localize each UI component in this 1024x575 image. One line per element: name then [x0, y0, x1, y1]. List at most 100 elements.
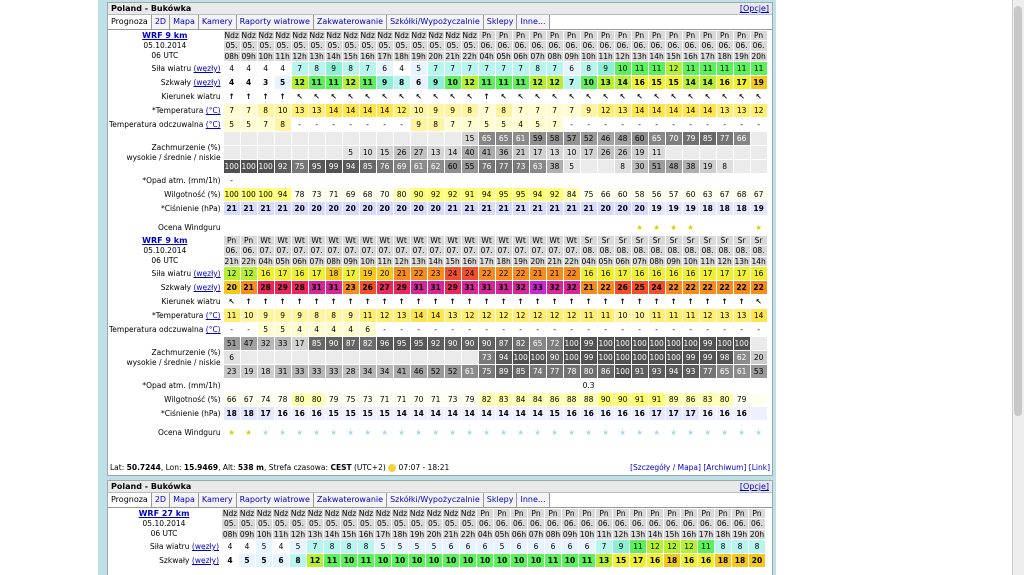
- cell: 19: [750, 202, 767, 215]
- cell: 10: [426, 554, 442, 567]
- cell: [411, 174, 427, 187]
- cell: [683, 379, 699, 392]
- cell: 71: [325, 188, 342, 201]
- cell: 16: [648, 267, 665, 280]
- cloud-cell: 87: [342, 337, 359, 350]
- unit-link[interactable]: (węzły): [194, 269, 221, 278]
- cell: 20: [749, 554, 765, 567]
- cell: -: [614, 118, 631, 131]
- cell: 13: [596, 554, 612, 567]
- options-link-2[interactable]: [Opcje]: [740, 481, 769, 492]
- cell: 20: [427, 202, 444, 215]
- unit-link[interactable]: (°C): [206, 120, 221, 129]
- unit-link[interactable]: (węzły): [194, 64, 221, 73]
- tab-1[interactable]: 2D: [151, 15, 171, 29]
- cloud-cell: 70: [665, 132, 682, 145]
- header-cell: 12h: [716, 256, 733, 266]
- model-link[interactable]: WRF 9 km: [109, 31, 221, 41]
- cell: [241, 174, 257, 187]
- cell: 4: [512, 118, 529, 131]
- cell: 20: [597, 202, 614, 215]
- unit-link[interactable]: (węzły): [194, 78, 221, 87]
- header-cell: 05h: [495, 51, 512, 61]
- row-dir: Kierunek wiatru ↑ ↑ ↑ ↑ ↖ ↖ ↖ ↖ ↖ ↖ ↖ ↖ ↖ ↖ ↖ ↑ ↖ ↖ ↖ ↖ ↖ ↖ ↖ ↖ ↖…: [109, 90, 767, 103]
- tab-4[interactable]: Raporty wiatrowe: [236, 15, 314, 29]
- tab-0[interactable]: Prognoza: [108, 15, 152, 29]
- header-cell: Pn: [750, 31, 767, 41]
- tab-8[interactable]: Inne...: [517, 15, 550, 29]
- options-link[interactable]: [Opcje]: [740, 3, 769, 14]
- scrollbar-thumb[interactable]: [1014, 6, 1022, 416]
- cell: 12: [647, 540, 663, 553]
- cell: 7: [240, 104, 257, 117]
- star-icon: ★: [585, 428, 592, 437]
- header-cell: 14h: [325, 51, 342, 61]
- header-cell: 07h: [528, 529, 544, 539]
- tab-4[interactable]: Raporty wiatrowe: [236, 493, 314, 507]
- cloud-cell: 87: [495, 337, 512, 350]
- cell: 7: [563, 104, 580, 117]
- cell: 10: [562, 554, 578, 567]
- header-cell: 17h: [376, 51, 393, 61]
- header-cell: Pn: [477, 509, 493, 519]
- star-icon: ★: [670, 428, 677, 437]
- model-link[interactable]: WRF 27 km: [109, 509, 219, 519]
- cloud-cell: 100: [665, 337, 682, 350]
- row-label: Szkwały (węzły): [109, 554, 221, 567]
- cell: [258, 379, 274, 392]
- header-cell: 06.: [478, 41, 495, 51]
- cell: [343, 221, 359, 234]
- tab-5[interactable]: Zakwaterowanie: [313, 493, 388, 507]
- tab-3[interactable]: Kamery: [198, 15, 237, 29]
- cloud-cell: 19: [240, 365, 257, 378]
- cloud-cell: 5: [563, 160, 580, 173]
- cell: 31: [478, 281, 495, 294]
- tab-6[interactable]: Szkółki/Wypożyczalnie: [387, 493, 484, 507]
- header-cell: 08.: [750, 246, 767, 256]
- cell: 18: [664, 554, 680, 567]
- cell: ↖: [296, 92, 303, 101]
- footer-links[interactable]: [Szczegóły / Mapa] [Archiwum] [Link]: [630, 463, 770, 473]
- cloud-cell: [240, 146, 257, 159]
- header-cell: 08.: [682, 246, 699, 256]
- model-link[interactable]: WRF 9 km: [109, 236, 221, 246]
- tab-5[interactable]: Zakwaterowanie: [313, 15, 388, 29]
- cell: [224, 221, 240, 234]
- cell: 12: [529, 309, 546, 322]
- cell: [428, 379, 444, 392]
- tab-7[interactable]: Sklepy: [483, 493, 518, 507]
- unit-link[interactable]: (°C): [206, 325, 221, 334]
- cell: 16: [291, 407, 308, 420]
- cloud-cell: 99: [580, 337, 597, 350]
- cell: 8: [495, 104, 512, 117]
- tab-2[interactable]: Mapa: [170, 493, 199, 507]
- cloud-cell: 19: [631, 146, 648, 159]
- tab-0[interactable]: Prognoza: [108, 493, 152, 507]
- header-cell: 07.: [257, 246, 274, 256]
- cell: -: [648, 118, 665, 131]
- tab-6[interactable]: Szkółki/Wypożyczalnie: [387, 15, 484, 29]
- unit-link[interactable]: (węzły): [192, 542, 219, 551]
- tab-2[interactable]: Mapa: [170, 15, 199, 29]
- unit-link[interactable]: (węzły): [194, 283, 221, 292]
- tab-1[interactable]: 2D: [151, 493, 171, 507]
- header-cell: 12h: [393, 256, 410, 266]
- unit-link[interactable]: (°C): [206, 311, 221, 320]
- cell: 21: [223, 202, 240, 215]
- unit-link[interactable]: (węzły): [192, 556, 219, 565]
- header-cell: 06.: [240, 246, 257, 256]
- cell: 20: [308, 202, 325, 215]
- star-icon: ★: [670, 223, 677, 232]
- header-cell: 05.: [358, 519, 374, 529]
- cell: 89: [665, 393, 682, 406]
- cell: 5: [478, 118, 495, 131]
- cell: [513, 221, 529, 234]
- cell: [564, 221, 580, 234]
- cell: 31: [461, 281, 478, 294]
- unit-link[interactable]: (°C): [206, 106, 221, 115]
- cell: ↖: [602, 92, 609, 101]
- tab-3[interactable]: Kamery: [198, 493, 237, 507]
- header-cell: 05.: [308, 41, 325, 51]
- tab-7[interactable]: Sklepy: [483, 15, 518, 29]
- tab-8[interactable]: Inne...: [517, 493, 550, 507]
